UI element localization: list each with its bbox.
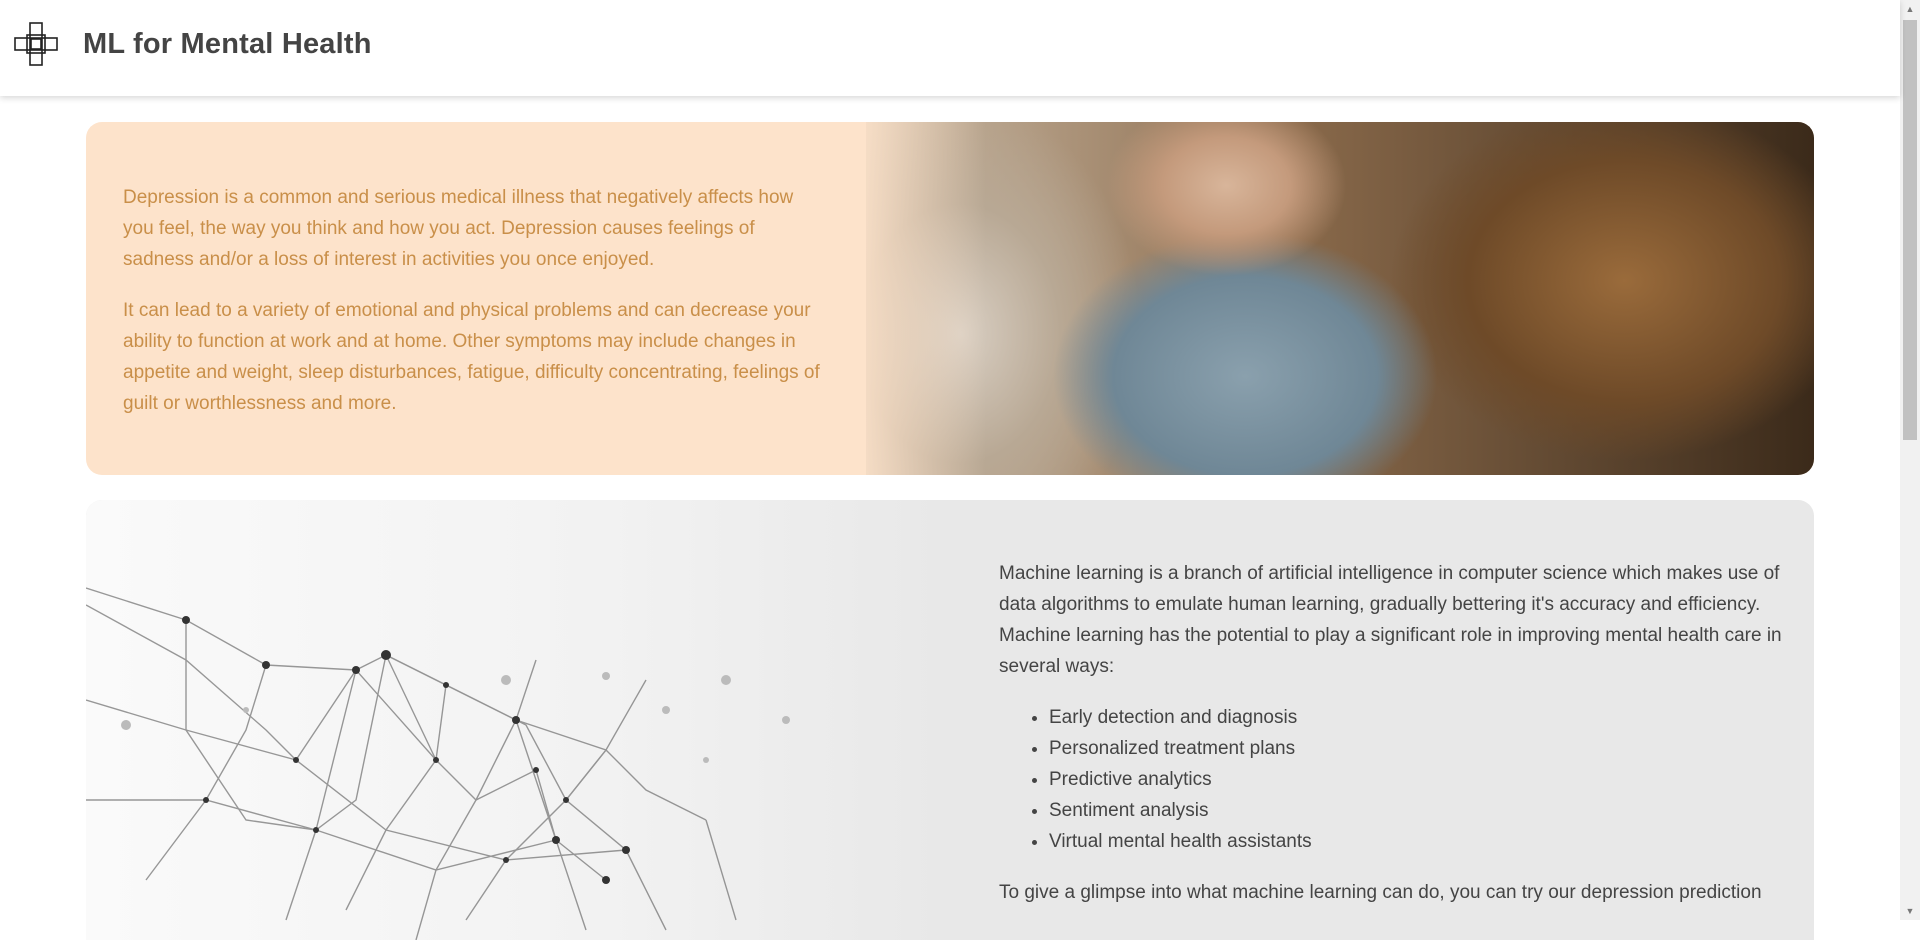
list-item: Predictive analytics — [1049, 764, 1789, 795]
list-item: Virtual mental health assistants — [1049, 826, 1789, 857]
site-title[interactable]: ML for Mental Health — [83, 28, 372, 61]
depression-paragraph-1: Depression is a common and serious medic… — [123, 187, 794, 270]
scroll-down-arrow-icon[interactable]: ▼ — [1900, 902, 1920, 920]
machine-learning-description: Machine learning is a branch of artifici… — [999, 558, 1789, 928]
list-item: Sentiment analysis — [1049, 795, 1789, 826]
network-graph-icon — [86, 587, 790, 940]
network-graph-illustration — [86, 500, 946, 940]
list-item: Personalized treatment plans — [1049, 733, 1789, 764]
photo-fade-overlay — [846, 122, 986, 475]
woman-in-sweater-photo — [866, 122, 1814, 475]
depression-paragraph-2: It can lead to a variety of emotional an… — [123, 300, 820, 414]
list-item: Early detection and diagnosis — [1049, 702, 1789, 733]
scroll-up-arrow-icon[interactable]: ▲ — [1900, 0, 1920, 18]
machine-learning-card: Machine learning is a branch of artifici… — [86, 500, 1814, 940]
ml-intro-paragraph: Machine learning is a branch of artifici… — [999, 563, 1782, 677]
page-scrollbar[interactable]: ▲ ▼ — [1900, 0, 1920, 920]
ml-outro-paragraph: To give a glimpse into what machine lear… — [999, 882, 1762, 903]
site-header: ML for Mental Health — [0, 0, 1900, 96]
ml-benefits-list: Early detection and diagnosis Personaliz… — [999, 702, 1789, 857]
depression-info-card: Depression is a common and serious medic… — [86, 122, 1814, 475]
depression-description: Depression is a common and serious medic… — [123, 182, 823, 439]
scrollbar-thumb[interactable] — [1903, 20, 1917, 440]
medical-cross-icon[interactable] — [14, 22, 58, 66]
